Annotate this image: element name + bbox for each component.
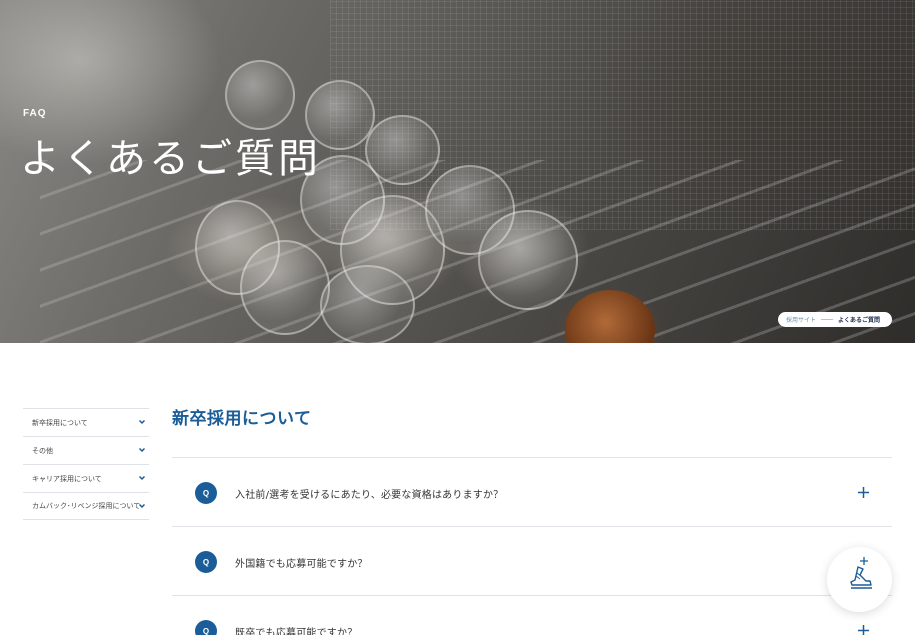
question-badge: Q	[195, 620, 217, 635]
hero-glass-image	[320, 265, 415, 343]
faq-question: 既卒でも応募可能ですか？	[235, 628, 358, 635]
breadcrumb-link-recruit-site[interactable]: 採用サイト	[786, 315, 816, 324]
sidebar-item-label: 新卒採用について	[32, 418, 88, 427]
sneaker-plus-icon	[850, 557, 872, 589]
sidebar-item-label: カムバック･リベンジ採用について	[32, 502, 141, 510]
category-sidebar: 新卒採用について その他 キャリア採用について カムバック･リベンジ採用について	[23, 408, 149, 520]
breadcrumb-separator	[821, 319, 834, 320]
faq-item[interactable]: Q 既卒でも応募可能ですか？	[172, 595, 892, 635]
question-badge: Q	[195, 482, 217, 504]
chevron-down-icon	[138, 503, 146, 509]
faq-question: 入社前/選考を受けるにあたり、必要な資格はありますか？	[235, 490, 504, 501]
hero-glass-image	[240, 240, 330, 335]
sidebar-item-other[interactable]: その他	[23, 436, 149, 464]
hero-glass-image	[225, 60, 295, 130]
hero-label: FAQ	[23, 108, 47, 119]
chevron-down-icon	[138, 475, 146, 481]
sidebar-item-label: その他	[32, 446, 53, 455]
faq-question: 外国籍でも応募可能ですか？	[235, 559, 368, 570]
floating-action-button[interactable]	[827, 547, 892, 612]
sidebar-item-label: キャリア採用について	[32, 474, 102, 483]
sidebar-item-career[interactable]: キャリア採用について	[23, 464, 149, 492]
hero-glass-image	[478, 210, 578, 310]
plus-icon[interactable]	[858, 625, 869, 635]
breadcrumb: 採用サイト よくあるご質問	[778, 312, 892, 327]
page-title: よくあるご質問	[20, 136, 321, 182]
faq-item[interactable]: Q 入社前/選考を受けるにあたり、必要な資格はありますか？	[172, 457, 892, 526]
faq-item[interactable]: Q 外国籍でも応募可能ですか？	[172, 526, 892, 595]
sidebar-item-new-graduate[interactable]: 新卒採用について	[23, 408, 149, 436]
chevron-down-icon	[138, 447, 146, 453]
breadcrumb-current: よくあるご質問	[838, 317, 881, 324]
plus-icon[interactable]	[858, 487, 869, 498]
faq-list: Q 入社前/選考を受けるにあたり、必要な資格はありますか？ Q 外国籍でも応募可…	[172, 457, 892, 635]
section-title: 新卒採用について	[172, 409, 312, 429]
hero-glass-image	[365, 115, 440, 185]
sidebar-item-comeback[interactable]: カムバック･リベンジ採用について	[23, 492, 149, 520]
question-badge: Q	[195, 551, 217, 573]
hero-banner: FAQ よくあるご質問 採用サイト よくあるご質問	[0, 0, 915, 343]
chevron-down-icon	[138, 419, 146, 425]
